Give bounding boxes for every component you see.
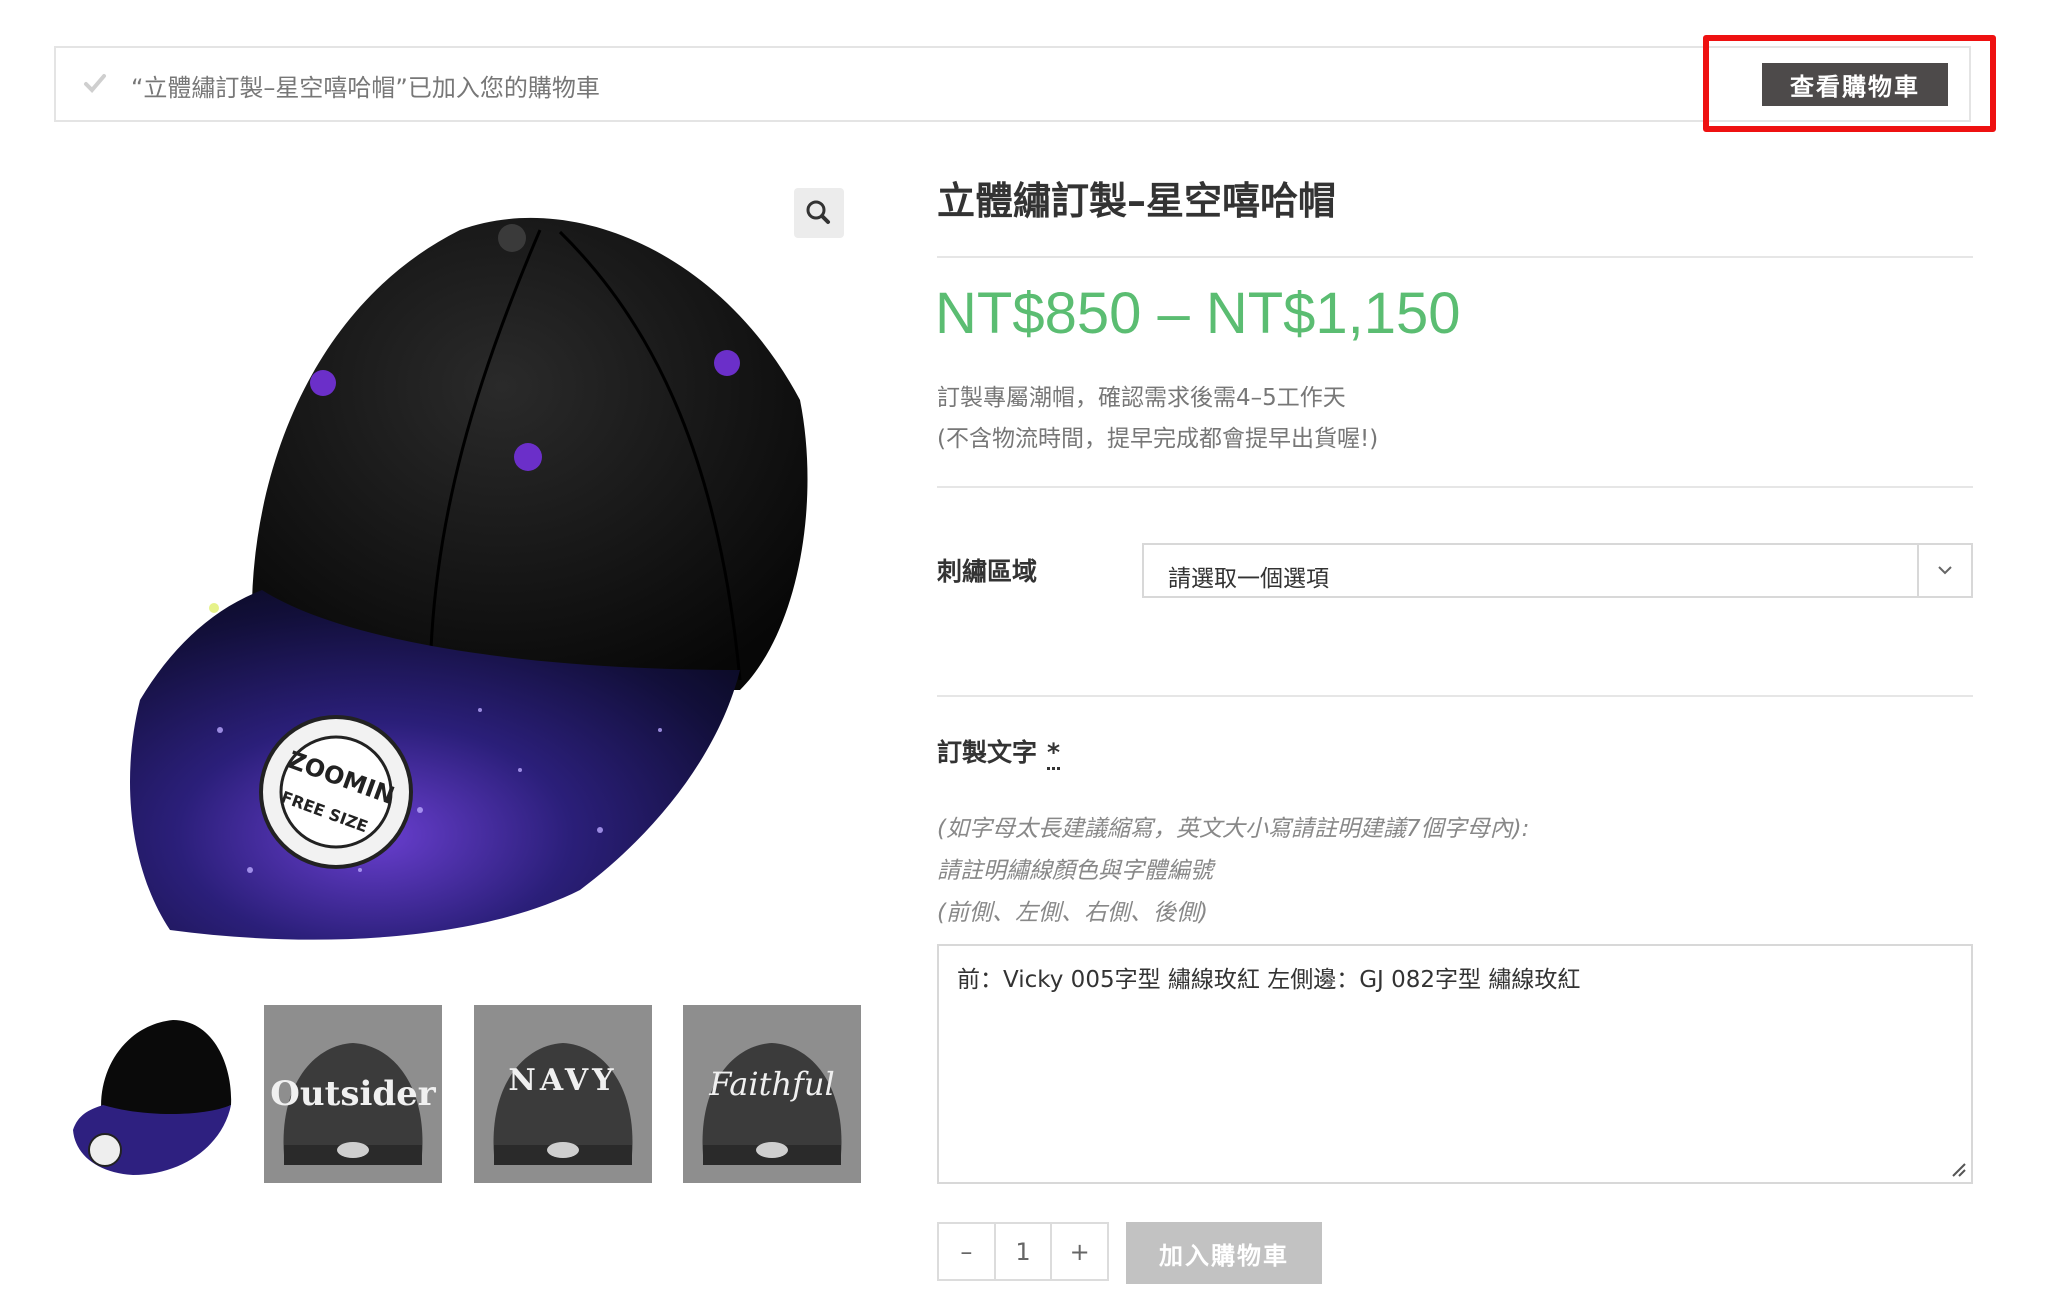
product-price: NT$850 – NT$1,150 [935,281,1461,346]
thumb-navy-text: NAVY [508,1063,617,1098]
custom-text-value: 前：Vicky 005字型 繡線玫紅 左側邊：GJ 082字型 繡線玫紅 [957,967,1581,993]
divider [937,256,1973,258]
select-arrow[interactable] [1917,545,1971,596]
quantity-stepper[interactable]: – 1 + [937,1222,1109,1281]
cart-notice: “立體繡訂製–星空嘻哈帽”已加入您的購物車 [54,46,1971,122]
qty-minus-button[interactable]: – [939,1224,994,1279]
chevron-down-icon [1938,566,1952,575]
custom-text-input[interactable]: 前：Vicky 005字型 繡線玫紅 左側邊：GJ 082字型 繡線玫紅 [937,944,1973,1184]
thumb-faithful-text: Faithful [708,1065,835,1103]
required-mark: * [1047,738,1061,770]
product-main-image[interactable]: ZOOMIN FREE SIZE [100,170,860,960]
resize-handle-icon[interactable] [1949,1160,1967,1178]
qty-plus-button[interactable]: + [1052,1224,1107,1279]
thumbnail-1[interactable] [63,1005,241,1183]
divider [937,695,1973,697]
thumbnail-3[interactable]: NAVY [474,1005,652,1183]
notice-message: “立體繡訂製–星空嘻哈帽”已加入您的購物車 [131,74,600,102]
thumbnail-4[interactable]: Faithful [683,1005,861,1183]
qty-value[interactable]: 1 [993,1224,1053,1279]
embroidery-area-select[interactable]: 請選取一個選項 [1142,543,1973,598]
product-description-line2: (不含物流時間，提早完成都會提早出貨喔!) [937,426,1379,452]
embroidery-area-label: 刺繡區域 [937,557,1038,586]
custom-text-hint3: (前側、左側、右側、後側) [937,900,1208,926]
add-to-cart-button[interactable]: 加入購物車 [1126,1222,1322,1284]
select-value: 請選取一個選項 [1168,566,1329,592]
thumb-outsider-text: Outsider [270,1074,437,1114]
check-icon [84,74,106,93]
search-icon [806,200,830,224]
divider [937,486,1973,488]
product-description-line1: 訂製專屬潮帽，確認需求後需4–5工作天 [937,385,1346,411]
custom-text-hint1: (如字母太長建議縮寫，英文大小寫請註明建議7個字母內): [937,816,1530,842]
view-cart-button[interactable]: 查看購物車 [1762,63,1948,106]
zoom-button[interactable] [794,188,844,238]
product-title: 立體繡訂製–星空嘻哈帽 [937,179,1337,223]
custom-text-hint2: 請註明繡線顏色與字體編號 [937,858,1213,884]
custom-text-label: 訂製文字 * [937,733,1061,770]
thumbnail-2[interactable]: Outsider [264,1005,442,1183]
